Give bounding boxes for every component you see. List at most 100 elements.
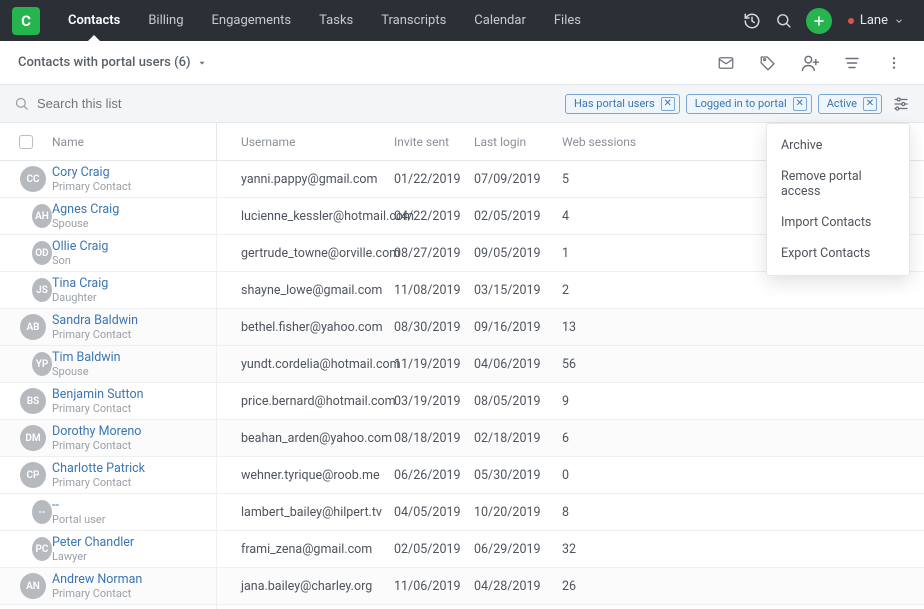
dropdown-item[interactable]: Import Contacts bbox=[767, 207, 909, 238]
dropdown-item[interactable]: Export Contacts bbox=[767, 238, 909, 269]
table-row[interactable]: JSTina CraigDaughtershayne_lowe@gmail.co… bbox=[0, 272, 924, 309]
cell-invite-sent: 04/05/2019 bbox=[394, 505, 474, 520]
column-invite-sent[interactable]: Invite sent bbox=[394, 135, 474, 149]
cell-username: price.bernard@hotmail.com bbox=[216, 383, 394, 419]
cell-web-sessions: 13 bbox=[562, 320, 682, 335]
cell-invite-sent: 04/22/2019 bbox=[394, 209, 474, 224]
contact-role: Portal user bbox=[52, 514, 216, 526]
nav-tab-calendar[interactable]: Calendar bbox=[460, 0, 540, 41]
avatar: AB bbox=[20, 314, 46, 340]
contact-name-link[interactable]: -- bbox=[52, 499, 216, 513]
dropdown-item[interactable]: Archive bbox=[767, 130, 909, 161]
cell-last-login: 06/29/2019 bbox=[474, 542, 562, 557]
cell-web-sessions: 56 bbox=[562, 357, 682, 372]
cell-web-sessions: 6 bbox=[562, 431, 682, 446]
more-menu-icon[interactable] bbox=[882, 51, 906, 75]
list-title: Contacts with portal users (6) bbox=[18, 55, 191, 70]
table-row[interactable]: BSBenjamin SuttonPrimary Contactprice.be… bbox=[0, 383, 924, 420]
contact-name-link[interactable]: Ollie Craig bbox=[52, 240, 216, 254]
contact-name-link[interactable]: Cory Craig bbox=[52, 166, 216, 180]
contact-name-link[interactable]: Andrew Norman bbox=[52, 573, 216, 587]
cell-invite-sent: 11/06/2019 bbox=[394, 579, 474, 594]
filter-chip[interactable]: Logged in to portal✕ bbox=[686, 94, 812, 114]
list-title-dropdown[interactable]: Contacts with portal users (6) bbox=[18, 55, 207, 70]
table-row[interactable]: ANAndrew NormanPrimary Contactjana.baile… bbox=[0, 568, 924, 605]
app-logo[interactable]: C bbox=[12, 7, 40, 35]
cell-last-login: 05/30/2019 bbox=[474, 468, 562, 483]
avatar: JS bbox=[32, 278, 52, 302]
cell-username: lucienne_kessler@hotmail.com bbox=[216, 198, 394, 234]
cell-invite-sent: 08/30/2019 bbox=[394, 320, 474, 335]
filter-chip-label: Active bbox=[827, 97, 857, 110]
cell-last-login: 04/06/2019 bbox=[474, 357, 562, 372]
cell-username: yanni.pappy@gmail.com bbox=[216, 161, 394, 197]
avatar: OD bbox=[32, 241, 52, 265]
avatar: DM bbox=[20, 425, 46, 451]
cell-last-login: 09/05/2019 bbox=[474, 246, 562, 261]
table-row[interactable]: DMDorothy MorenoPrimary Contactbeahan_ar… bbox=[0, 420, 924, 457]
cell-username: wehner.tyrique@roob.me bbox=[216, 457, 394, 493]
filter-chip[interactable]: Has portal users ✕ bbox=[565, 94, 680, 114]
column-username[interactable]: Username bbox=[216, 123, 394, 160]
list-density-icon[interactable] bbox=[840, 51, 864, 75]
notification-dot-icon bbox=[848, 18, 854, 24]
mail-icon[interactable] bbox=[714, 51, 738, 75]
tag-icon[interactable] bbox=[756, 51, 780, 75]
chip-remove-icon[interactable]: ✕ bbox=[863, 97, 877, 111]
filter-settings-icon[interactable] bbox=[892, 95, 910, 113]
filter-row: Has portal users✕Logged in to portal✕Act… bbox=[0, 85, 924, 123]
nav-tab-tasks[interactable]: Tasks bbox=[305, 0, 367, 41]
filter-chip-label: Has portal users bbox=[574, 97, 655, 110]
table-row[interactable]: ABSandra BaldwinPrimary Contactbethel.fi… bbox=[0, 309, 924, 346]
nav-tab-files[interactable]: Files bbox=[540, 0, 595, 41]
contact-name-link[interactable]: Sandra Baldwin bbox=[52, 314, 216, 328]
table-row[interactable]: YPTim BaldwinSpouseyundt.cordelia@hotmai… bbox=[0, 346, 924, 383]
user-menu[interactable]: Lane bbox=[838, 13, 910, 28]
cell-username: jana.bailey@charley.org bbox=[216, 605, 394, 609]
contact-name-link[interactable]: Agnes Craig bbox=[52, 203, 216, 217]
nav-tab-contacts[interactable]: Contacts bbox=[54, 0, 134, 41]
cell-invite-sent: 03/19/2019 bbox=[394, 394, 474, 409]
search-icon[interactable] bbox=[768, 5, 800, 37]
nav-tab-billing[interactable]: Billing bbox=[134, 0, 197, 41]
avatar: AN bbox=[20, 573, 46, 599]
cell-username: frami_zena@gmail.com bbox=[216, 531, 394, 567]
column-last-login[interactable]: Last login bbox=[474, 135, 562, 149]
cell-web-sessions: 5 bbox=[562, 172, 682, 187]
chip-remove-icon[interactable]: ✕ bbox=[793, 97, 807, 111]
add-button[interactable] bbox=[806, 8, 832, 34]
cell-last-login: 02/05/2019 bbox=[474, 209, 562, 224]
search-input[interactable] bbox=[37, 96, 297, 111]
contact-name-link[interactable]: Peter Chandler bbox=[52, 536, 216, 550]
contact-name-link[interactable]: Tina Craig bbox=[52, 277, 216, 291]
column-name[interactable]: Name bbox=[52, 135, 216, 149]
table-row[interactable]: ----Portal userlambert_bailey@hilpert.tv… bbox=[0, 494, 924, 531]
contact-name-link[interactable]: Tim Baldwin bbox=[52, 351, 216, 365]
contact-role: Primary Contact bbox=[52, 588, 216, 600]
column-web-sessions[interactable]: Web sessions bbox=[562, 135, 682, 149]
subheader-actions bbox=[714, 51, 906, 75]
filter-chips: Has portal users✕Logged in to portal✕Act… bbox=[565, 94, 882, 114]
subheader: Contacts with portal users (6) bbox=[0, 41, 924, 85]
add-contact-icon[interactable] bbox=[798, 51, 822, 75]
cell-web-sessions: 32 bbox=[562, 542, 682, 557]
user-name: Lane bbox=[860, 13, 888, 28]
contact-role: Daughter bbox=[52, 292, 216, 304]
filter-chip[interactable]: Active ✕ bbox=[818, 94, 882, 114]
nav-tab-transcripts[interactable]: Transcripts bbox=[367, 0, 460, 41]
contact-name-link[interactable]: Dorothy Moreno bbox=[52, 425, 216, 439]
contact-name-link[interactable]: Benjamin Sutton bbox=[52, 388, 216, 402]
avatar: PC bbox=[32, 537, 52, 561]
cell-username: shayne_lowe@gmail.com bbox=[216, 272, 394, 308]
dropdown-item[interactable]: Remove portal access bbox=[767, 161, 909, 207]
nav-tab-engagements[interactable]: Engagements bbox=[198, 0, 306, 41]
contact-name-link[interactable]: Charlotte Patrick bbox=[52, 462, 216, 476]
avatar: YP bbox=[32, 352, 52, 376]
table-row[interactable]: PCPeter ChandlerLawyerframi_zena@gmail.c… bbox=[0, 531, 924, 568]
table-row[interactable]: CPCharlotte PatrickPrimary Contactwehner… bbox=[0, 457, 924, 494]
history-icon[interactable] bbox=[736, 5, 768, 37]
table-row[interactable]: ANCharles PotterPrimary Contactjana.bail… bbox=[0, 605, 924, 609]
select-all-checkbox[interactable] bbox=[19, 135, 33, 149]
chip-remove-icon[interactable]: ✕ bbox=[661, 97, 675, 111]
avatar: CC bbox=[20, 166, 46, 192]
